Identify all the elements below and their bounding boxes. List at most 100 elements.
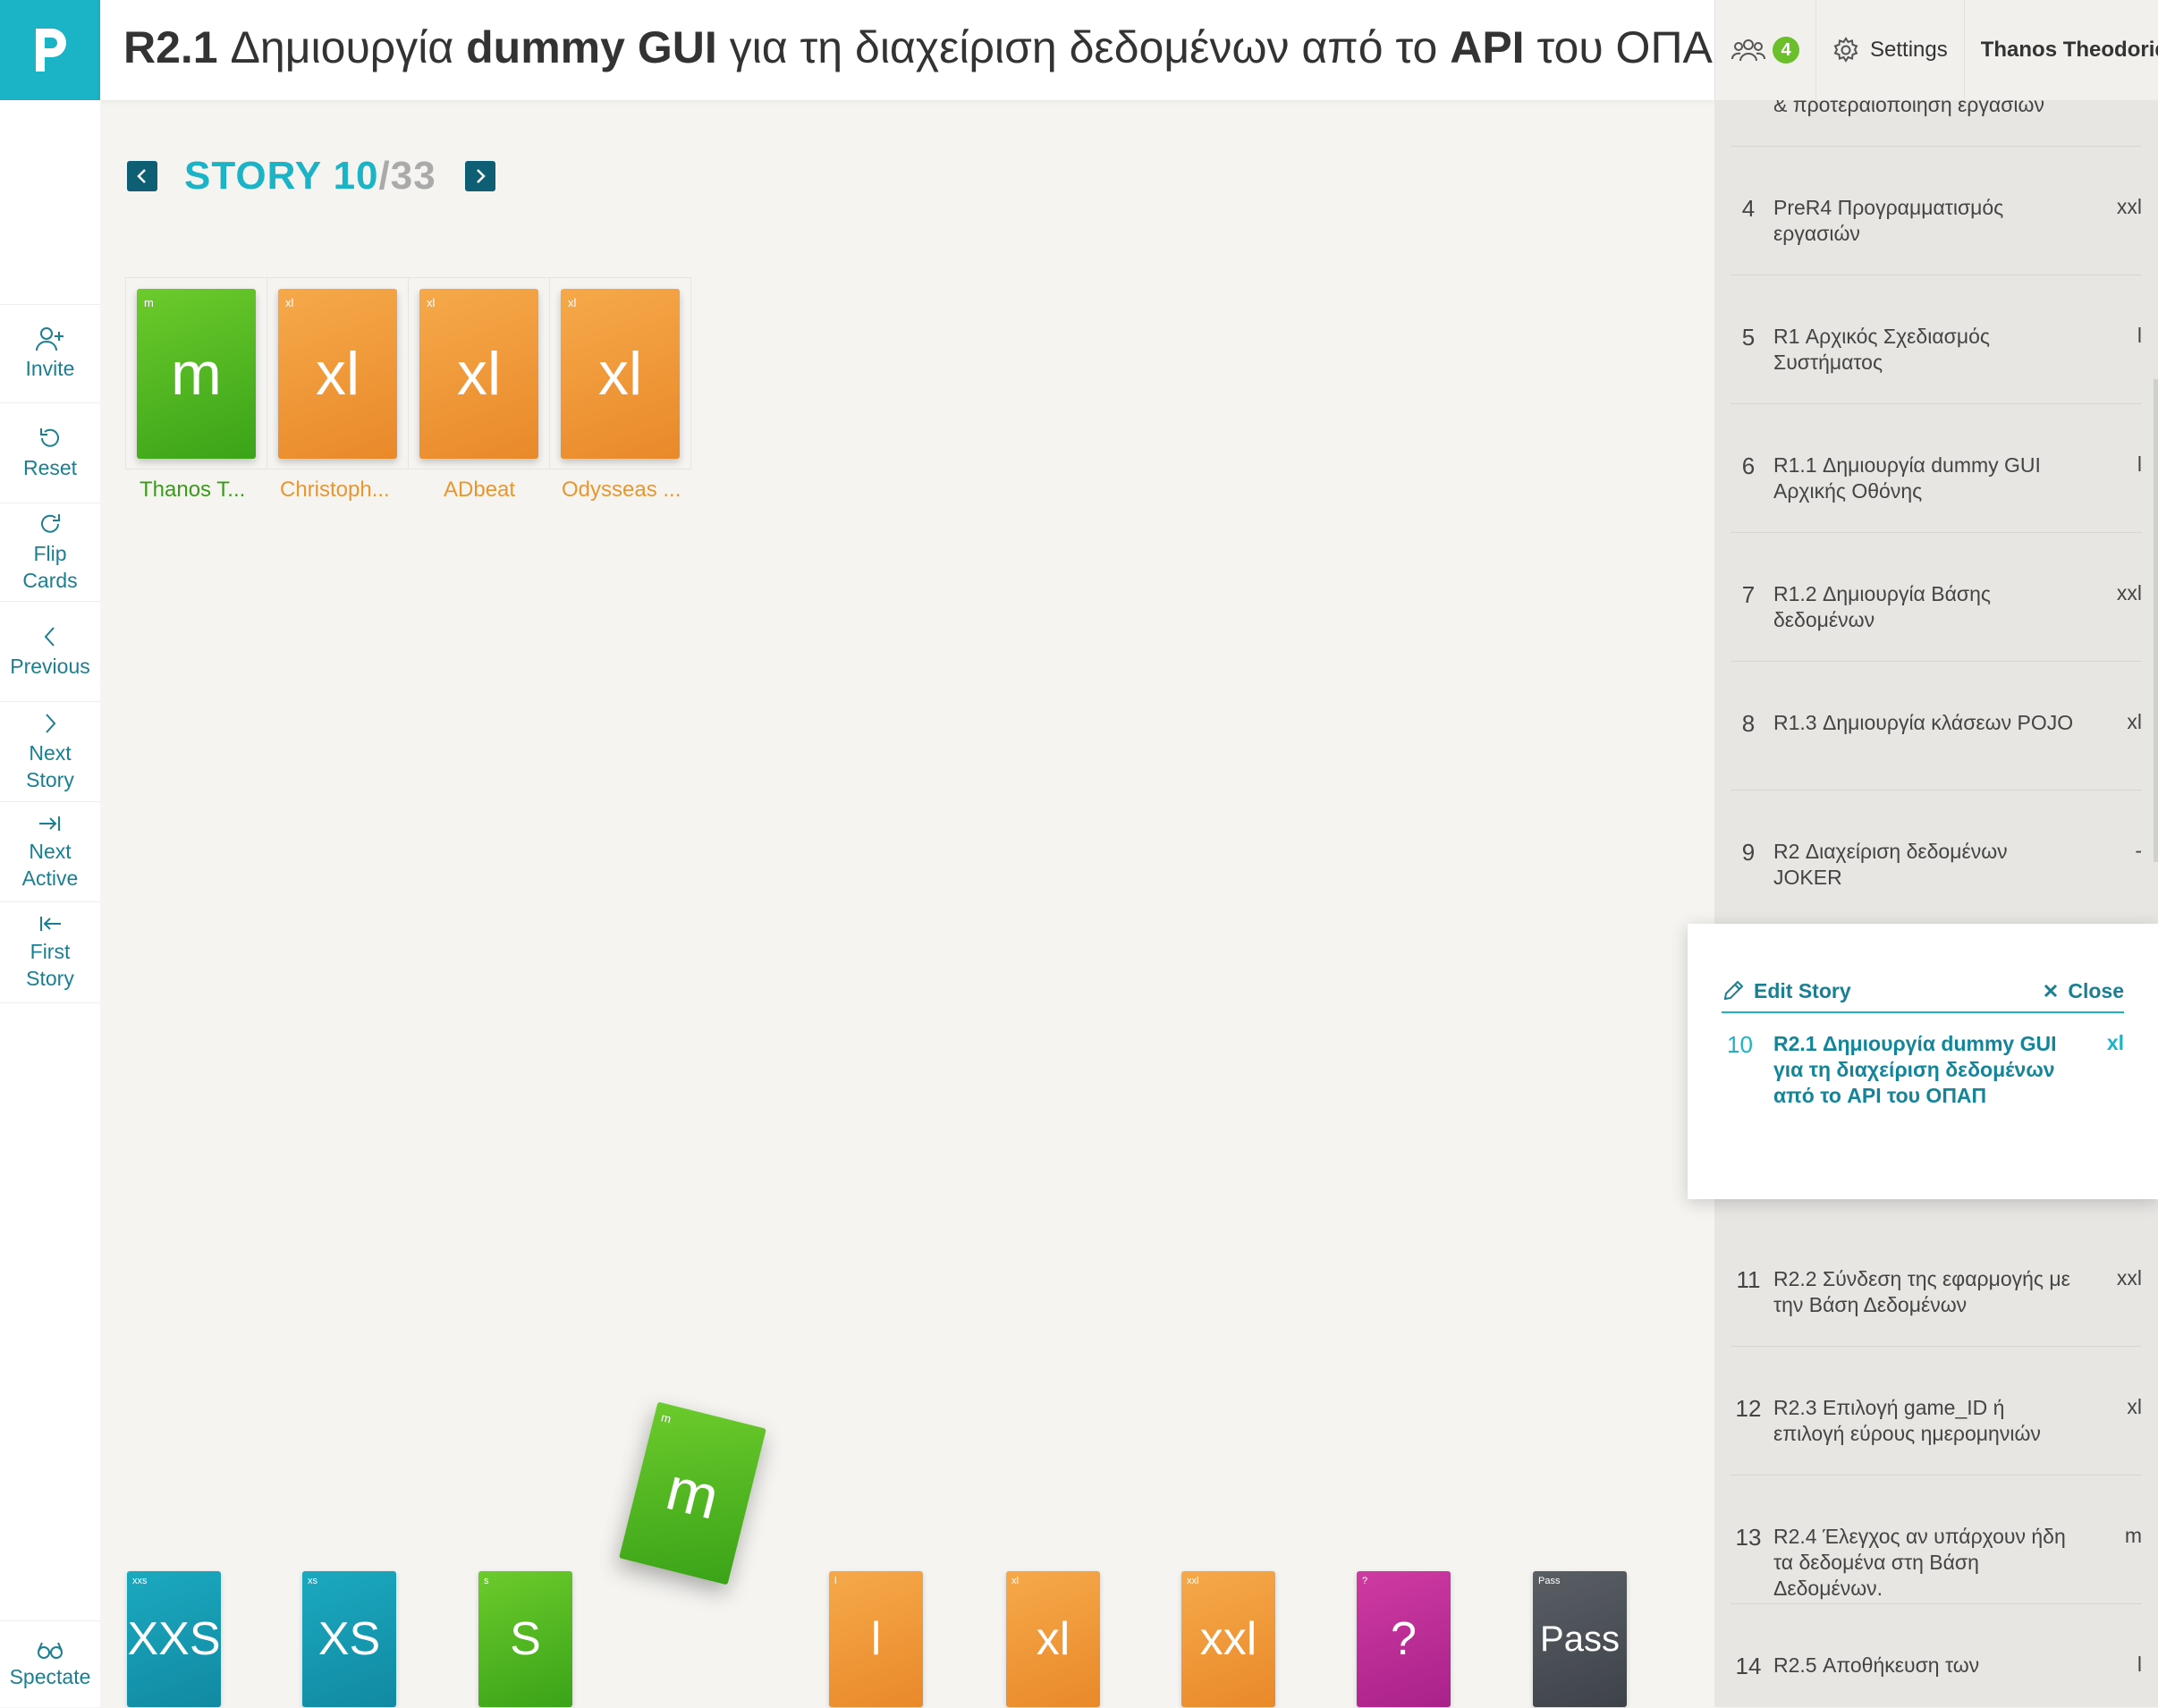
close-label: Close bbox=[2068, 978, 2124, 1002]
chevron-left-icon bbox=[44, 627, 55, 647]
story-title: R2.5 Αποθήκευση των bbox=[1773, 1653, 1980, 1677]
sidebar-reset[interactable]: Reset bbox=[0, 402, 100, 503]
list-item[interactable]: 6 R1.1 Δημιουργία dummy GUI Αρχικής Οθόν… bbox=[1714, 404, 2158, 533]
list-item[interactable]: 7 R1.2 Δημιουργία Βάσης δεδομένων xxl bbox=[1714, 533, 2158, 662]
player-name: Odysseas ... bbox=[562, 478, 681, 502]
list-item[interactable]: 5 R1 Αρχικός Σχεδιασμός Συστήματος l bbox=[1714, 275, 2158, 404]
deck-card-pass[interactable]: Pass Pass bbox=[1533, 1571, 1627, 1707]
app-logo[interactable] bbox=[0, 0, 100, 100]
sidebar-next-active[interactable]: Next Active bbox=[0, 801, 100, 902]
story-size: xl bbox=[2127, 1395, 2142, 1418]
story-size: xl bbox=[2127, 710, 2142, 733]
edit-story-button[interactable]: Edit Story bbox=[1722, 979, 1851, 1003]
chevron-right-icon bbox=[46, 714, 56, 733]
story-title: & προτεραιοποίηση εργασιών bbox=[1773, 100, 2044, 116]
story-size: xxl bbox=[2116, 581, 2142, 605]
story-number: 7 bbox=[1741, 581, 1756, 608]
sidebar-flip-cards[interactable]: Flip Cards bbox=[0, 503, 100, 602]
story-title: R2.3 Επιλογή game_ID ή επιλογή εύρους ημ… bbox=[1773, 1396, 2041, 1445]
played-cards: mm xl xl xl xl xl xl bbox=[125, 277, 691, 469]
sidebar-first-story[interactable]: First Story bbox=[0, 901, 100, 1003]
played-card: mm bbox=[137, 288, 256, 459]
sidebar-invite[interactable]: Invite bbox=[0, 304, 100, 403]
refresh-icon bbox=[41, 514, 60, 533]
deck-card-xxs[interactable]: xxs XXS bbox=[127, 1571, 221, 1707]
story-number: 11 bbox=[1736, 1266, 1761, 1293]
undo-icon bbox=[40, 428, 59, 447]
story-title: R1.1 Δημιουργία dummy GUI Αρχικής Οθόνης bbox=[1773, 453, 2041, 503]
played-card-slot: xl xl bbox=[267, 277, 409, 469]
story-list: & προτεραιοποίηση εργασιών 4 PreR4 Προγρ… bbox=[1714, 100, 2158, 1707]
add-user-icon bbox=[36, 327, 63, 351]
deck-card-xxl[interactable]: xxl xxl bbox=[1181, 1571, 1275, 1707]
story-size: l bbox=[2137, 324, 2142, 347]
story-number: 14 bbox=[1735, 1653, 1762, 1679]
story-number: 13 bbox=[1735, 1524, 1762, 1551]
player-name: ADbeat bbox=[444, 478, 516, 502]
glasses-icon bbox=[38, 1642, 63, 1659]
list-item[interactable]: 13 R2.4 Έλεγχος αν υπάρχουν ήδη τα δεδομ… bbox=[1714, 1475, 2158, 1604]
prev-story-button[interactable] bbox=[127, 161, 157, 191]
deck-card-xl[interactable]: xl xl bbox=[1006, 1571, 1100, 1707]
sidebar-spectate[interactable]: Spectate bbox=[0, 1620, 100, 1708]
sidebar-label: First Story bbox=[26, 940, 74, 990]
sidebar-label: Invite bbox=[25, 357, 75, 380]
sidebar-previous[interactable]: Previous bbox=[0, 601, 100, 702]
story-title: PreR4 Προγραμματισμός εργασιών bbox=[1773, 196, 2004, 245]
player-name: Thanos T... bbox=[140, 478, 246, 502]
deck-card-xs[interactable]: xs XS bbox=[302, 1571, 396, 1707]
story-size: - bbox=[2135, 839, 2142, 862]
settings-button[interactable]: Settings bbox=[1815, 0, 1964, 100]
story-counter: STORY 10/33 bbox=[184, 154, 436, 198]
selected-card[interactable]: mm bbox=[619, 1401, 766, 1585]
sidebar-label: Spectate bbox=[9, 1664, 91, 1688]
close-button[interactable]: Close bbox=[2043, 979, 2124, 1003]
story-size: xxl bbox=[2116, 1266, 2142, 1289]
sidebar-label: Previous bbox=[10, 655, 90, 678]
skip-forward-icon bbox=[39, 816, 60, 831]
skip-back-icon bbox=[40, 917, 61, 931]
story-number: 5 bbox=[1741, 324, 1756, 351]
player-name: Christoph... bbox=[280, 478, 390, 502]
story-size: xxl bbox=[2116, 195, 2142, 218]
played-card: xl xl bbox=[561, 288, 680, 459]
list-item[interactable]: 12 R2.3 Επιλογή game_ID ή επιλογή εύρους… bbox=[1714, 1347, 2158, 1475]
list-item[interactable]: 4 PreR4 Προγραμματισμός εργασιών xxl bbox=[1714, 147, 2158, 275]
story-size: l bbox=[2137, 452, 2142, 476]
active-story-number: 10 bbox=[1727, 1031, 1753, 1058]
story-navigator: STORY 10/33 bbox=[127, 154, 495, 199]
pencil-icon bbox=[1723, 980, 1744, 1001]
story-title: R2.2 Σύνδεση της εφαρμογής με την Βάση Δ… bbox=[1773, 1267, 2070, 1316]
list-item[interactable]: 14 R2.5 Αποθήκευση των l bbox=[1714, 1604, 2158, 1707]
story-title: R1 Αρχικός Σχεδιασμός Συστήματος bbox=[1773, 325, 1990, 374]
sidebar-label: Flip Cards bbox=[22, 542, 78, 592]
active-story-header: Edit Story Close bbox=[1722, 970, 2124, 1013]
list-item[interactable]: & προτεραιοποίηση εργασιών bbox=[1714, 100, 2158, 147]
played-card: xl xl bbox=[278, 288, 397, 459]
list-item[interactable]: 9 R2 Διαχείριση δεδομένων JOKER - bbox=[1714, 791, 2158, 919]
participants-button[interactable]: 4 bbox=[1714, 0, 1815, 100]
sidebar-next-story[interactable]: Next Story bbox=[0, 701, 100, 802]
story-title: R1.2 Δημιουργία Βάσης δεδομένων bbox=[1773, 582, 1991, 631]
story-title: R1.3 Δημιουργία κλάσεων POJO bbox=[1773, 711, 2074, 734]
chevron-right-icon bbox=[476, 169, 486, 183]
story-title: R2 Διαχείριση δεδομένων JOKER bbox=[1773, 840, 2008, 889]
played-card-slot: mm bbox=[125, 277, 267, 469]
deck-card-l[interactable]: ll bbox=[829, 1571, 923, 1707]
list-item[interactable]: 11 R2.2 Σύνδεση της εφαρμογής με την Βάσ… bbox=[1714, 1218, 2158, 1347]
played-card-slot: xl xl bbox=[550, 277, 691, 469]
scrollbar[interactable] bbox=[2154, 379, 2158, 862]
story-size: m bbox=[2124, 1524, 2142, 1547]
sidebar-label: Reset bbox=[22, 456, 78, 479]
next-story-button[interactable] bbox=[464, 161, 495, 191]
sidebar: Invite Reset Flip Cards Previous Next St… bbox=[0, 100, 100, 1707]
user-menu[interactable]: Thanos Theodoridis bbox=[1963, 0, 2158, 100]
users-icon bbox=[1731, 39, 1765, 62]
active-story-panel: Edit Story Close 10 R2.1 Δημιουργία dumm… bbox=[1688, 924, 2158, 1199]
active-story-title: R2.1 Δημιουργία dummy GUI για τη διαχείρ… bbox=[1773, 1032, 2057, 1107]
deck-card-question[interactable]: ?? bbox=[1357, 1571, 1451, 1707]
deck-card-s[interactable]: sS bbox=[478, 1571, 572, 1707]
logo-icon bbox=[36, 29, 66, 72]
story-number: 8 bbox=[1741, 710, 1756, 737]
list-item[interactable]: 8 R1.3 Δημιουργία κλάσεων POJO xl bbox=[1714, 662, 2158, 791]
